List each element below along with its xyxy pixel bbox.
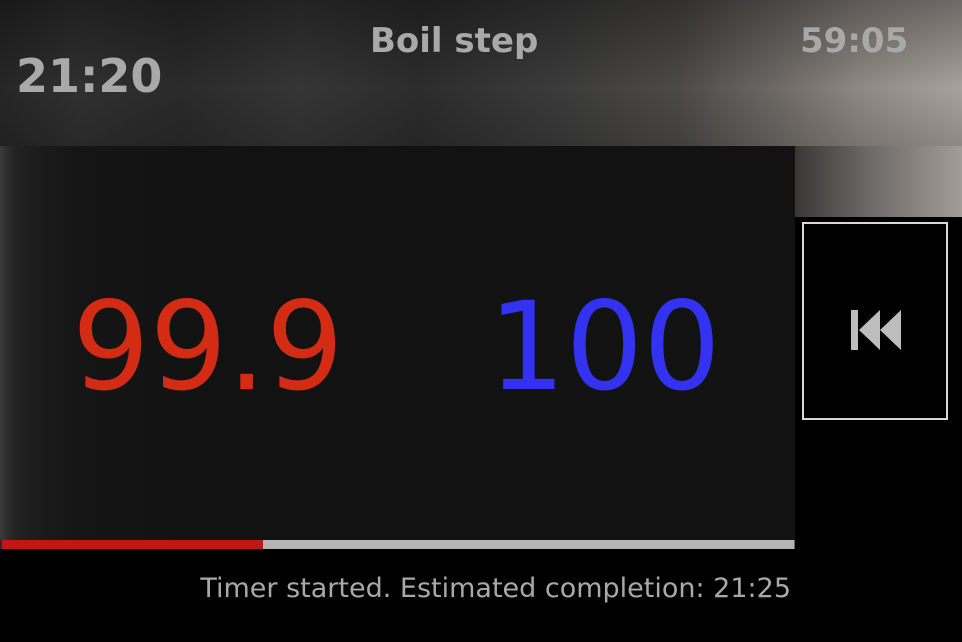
brew-screen: 21:20 Boil step 59:05 99.9 100 Timer sta… — [0, 0, 962, 642]
skip-back-button[interactable] — [802, 222, 948, 420]
status-message: Timer started. Estimated completion: 21:… — [200, 573, 791, 604]
status-area: Timer started. Estimated completion: 21:… — [0, 549, 795, 642]
skip-back-icon — [851, 310, 901, 350]
right-background-strip — [795, 146, 962, 217]
temperature-display: 99.9 100 — [0, 146, 795, 540]
header-bar: 21:20 Boil step 59:05 — [0, 0, 962, 146]
target-temperature: 100 — [488, 276, 721, 418]
remaining-time: 59:05 — [800, 21, 909, 61]
step-title: Boil step — [370, 21, 539, 61]
current-temperature: 99.9 — [72, 276, 344, 418]
progress-bar — [2, 540, 794, 549]
progress-fill — [2, 540, 264, 549]
clock-time: 21:20 — [16, 49, 163, 103]
